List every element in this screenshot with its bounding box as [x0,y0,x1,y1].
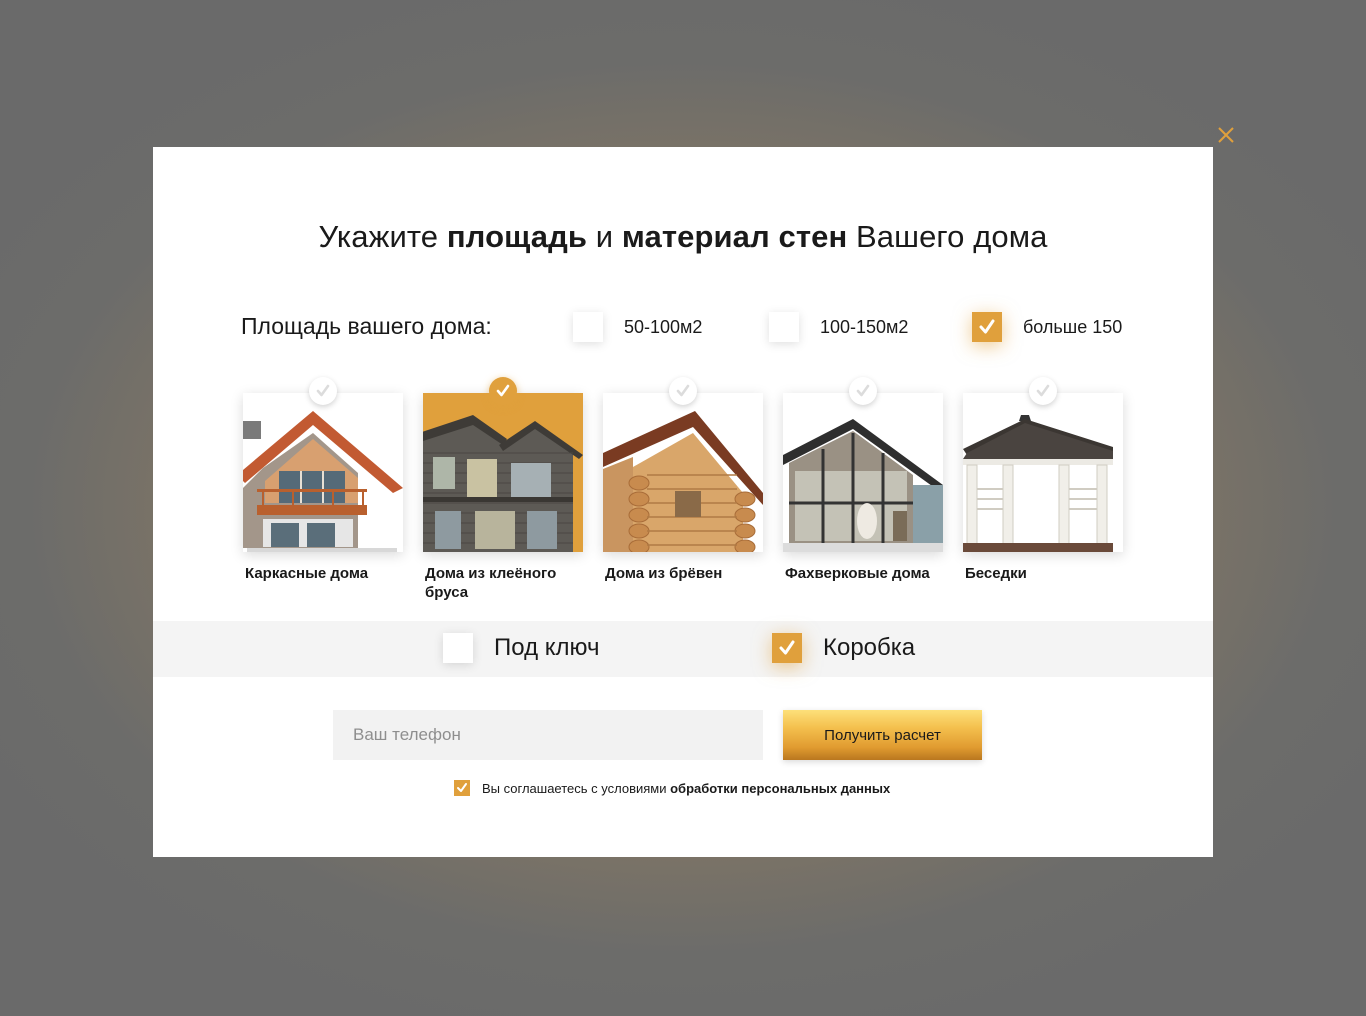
area-label: Площадь вашего дома: [241,313,492,339]
log-house-image [603,393,763,552]
area-option-50-100[interactable]: 50-100м2 [573,312,702,342]
check-icon [979,319,995,334]
consent-checkbox[interactable] [454,780,470,796]
area-checkbox-more-150[interactable] [972,312,1002,342]
house-card-label: Дома из клеёного бруса [425,565,557,601]
privacy-policy-link[interactable]: обработки персональных данных [670,781,890,796]
card-check-mark [489,377,517,405]
kit-options-strip: Под ключ Коробка [153,621,1213,677]
card-check-mark [309,377,337,405]
area-option-100-150[interactable]: 100-150м2 [769,312,908,342]
area-option-more-150[interactable]: больше 150 [972,312,1122,342]
glued-beam-house-image [423,393,583,552]
card-check-mark [669,377,697,405]
house-card-label: Дома из брёвен [605,565,723,582]
card-check-mark [849,377,877,405]
kit-option-box[interactable]: Коробка [772,633,915,663]
check-icon [856,384,870,397]
kit-option-label: Коробка [823,634,916,661]
card-check-mark [1029,377,1057,405]
check-icon [779,640,795,655]
close-icon[interactable] [1215,124,1237,146]
consent-text: Вы соглашаетесь с условиями обработки пе… [482,780,891,796]
frame-house-image [243,393,403,552]
consent-row: Вы соглашаетесь с условиями обработки пе… [454,780,890,796]
calculation-modal: Укажите площадь и материал стен Вашего д… [153,147,1213,857]
check-icon [676,384,690,397]
area-option-label: больше 150 [1023,316,1123,337]
phone-input[interactable] [333,710,763,760]
area-checkbox-100-150[interactable] [769,312,799,342]
house-card-label: Каркасные дома [245,565,369,582]
check-icon [496,384,510,397]
modal-title: Укажите площадь и материал стен Вашего д… [318,219,1048,254]
area-option-label: 50-100м2 [624,316,703,337]
gazebo-image [963,393,1123,552]
kit-option-turnkey[interactable]: Под ключ [443,633,600,663]
kit-checkbox-box[interactable] [772,633,802,663]
get-estimate-button[interactable]: Получить расчет [783,710,982,760]
check-icon [457,783,467,792]
check-icon [1036,384,1050,397]
half-timbered-house-image [783,393,943,552]
check-icon [316,384,330,397]
area-option-label: 100-150м2 [820,316,909,337]
area-checkbox-50-100[interactable] [573,312,603,342]
house-card-label: Беседки [965,565,1027,582]
kit-checkbox-turnkey[interactable] [443,633,473,663]
house-card-label: Фахверковые дома [785,565,930,582]
kit-option-label: Под ключ [494,634,600,661]
